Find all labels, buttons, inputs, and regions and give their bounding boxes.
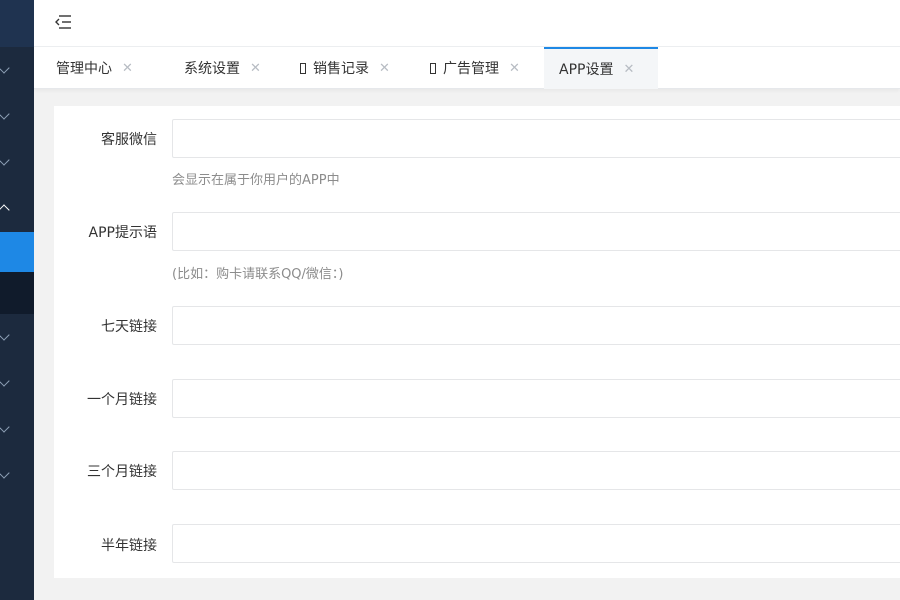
top-header <box>34 0 900 47</box>
seven-day-link-input[interactable] <box>172 306 900 345</box>
kefu-weixin-label: 客服微信 <box>101 132 157 148</box>
app-tip-label: APP提示语 <box>88 225 157 241</box>
half-year-link-label: 半年链接 <box>101 538 157 554</box>
chevron-up-icon <box>0 204 10 216</box>
app-tip-hint: (比如：购卡请联系QQ/微信：) <box>172 267 344 282</box>
sidebar-item-7[interactable] <box>0 406 34 452</box>
tab-page-icon <box>430 62 436 74</box>
half-year-link-input[interactable] <box>172 524 900 563</box>
chevron-down-icon <box>0 421 10 433</box>
tab-ad-management[interactable]: 广告管理 ✕ <box>430 47 520 89</box>
tab-admin-center[interactable]: 管理中心 ✕ <box>56 47 133 89</box>
tab-label: 系统设置 <box>184 61 240 77</box>
tab-label: 管理中心 <box>56 61 112 77</box>
tab-label: 销售记录 <box>313 61 369 77</box>
close-icon[interactable]: ✕ <box>122 61 133 76</box>
app-tip-input[interactable] <box>172 212 900 251</box>
close-icon[interactable]: ✕ <box>623 62 634 77</box>
one-month-link-input[interactable] <box>172 379 900 418</box>
chevron-down-icon <box>0 154 10 166</box>
close-icon[interactable]: ✕ <box>379 61 390 76</box>
sidebar-item-1[interactable] <box>0 47 34 93</box>
kefu-weixin-input[interactable] <box>172 119 900 158</box>
sidebar-subitem[interactable] <box>0 272 34 314</box>
tab-system-settings[interactable]: 系统设置 ✕ <box>184 47 261 89</box>
chevron-down-icon <box>0 329 10 341</box>
tab-page-icon <box>300 62 306 74</box>
chevron-down-icon <box>0 467 10 479</box>
sidebar <box>0 0 34 600</box>
close-icon[interactable]: ✕ <box>250 61 261 76</box>
tab-app-settings[interactable]: APP设置 ✕ <box>544 47 658 89</box>
menu-fold-icon[interactable] <box>54 14 72 30</box>
kefu-weixin-hint: 会显示在属于你用户的APP中 <box>172 173 340 188</box>
three-month-link-input[interactable] <box>172 451 900 490</box>
tab-sales-records[interactable]: 销售记录 ✕ <box>300 47 390 89</box>
chevron-down-icon <box>0 375 10 387</box>
close-icon[interactable]: ✕ <box>509 61 520 76</box>
seven-day-link-label: 七天链接 <box>101 319 157 335</box>
one-month-link-label: 一个月链接 <box>87 392 157 408</box>
three-month-link-label: 三个月链接 <box>87 464 157 480</box>
chevron-down-icon <box>0 62 10 74</box>
app-settings-form: 客服微信 会显示在属于你用户的APP中 APP提示语 (比如：购卡请联系QQ/微… <box>54 106 900 578</box>
chevron-down-icon <box>0 108 10 120</box>
sidebar-logo-area <box>0 0 34 47</box>
tab-bar: 管理中心 ✕ 系统设置 ✕ 销售记录 ✕ 广告管理 ✕ APP设置 ✕ <box>34 47 900 89</box>
tab-label: 广告管理 <box>443 61 499 77</box>
tab-label: APP设置 <box>559 62 614 78</box>
